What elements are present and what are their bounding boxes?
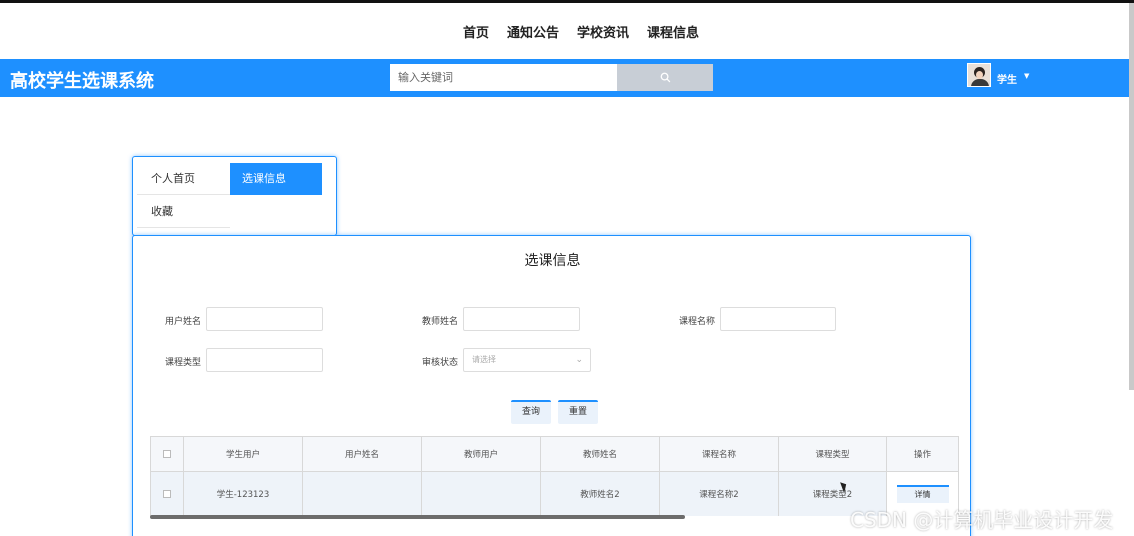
cell-course-name: 课程名称2 <box>660 472 779 516</box>
column-header[interactable]: 用户姓名 <box>303 437 422 471</box>
row-select-cell <box>151 472 184 516</box>
menu-item-home[interactable]: 个人首页 <box>137 163 230 195</box>
course-name-label: 课程名称 <box>679 317 716 327</box>
reset-button[interactable]: 重置 <box>558 400 598 424</box>
user-name-input[interactable] <box>206 307 323 331</box>
detail-button[interactable]: 详情 <box>896 485 949 503</box>
select-all-cell <box>151 437 184 471</box>
column-header[interactable]: 教师用户 <box>422 437 541 471</box>
table-header: 学生用户 用户姓名 教师用户 教师姓名 课程名称 课程类型 操作 <box>150 436 959 472</box>
menu-item-course-selection[interactable]: 选课信息 <box>230 163 322 195</box>
chevron-down-icon: ⌄ <box>575 355 583 365</box>
window-top-edge <box>0 0 1134 3</box>
teacher-name-input[interactable] <box>463 307 580 331</box>
site-brand: 高校学生选课系统 <box>10 71 154 92</box>
search-icon <box>660 72 670 83</box>
panel-title: 选课信息 <box>524 253 581 269</box>
review-status-select[interactable]: 请选择 ⌄ <box>463 348 591 372</box>
nav-notices[interactable]: 通知公告 <box>507 22 559 41</box>
top-nav: 首页 通知公告 学校资讯 课程信息 <box>463 22 699 41</box>
nav-home[interactable]: 首页 <box>463 22 489 41</box>
cell-user-name <box>303 472 422 516</box>
review-status-label: 审核状态 <box>422 358 459 368</box>
query-button[interactable]: 查询 <box>511 400 551 424</box>
watermark: CSDN @计算机毕业设计开发 <box>850 508 1114 532</box>
review-status-placeholder: 请选择 <box>472 355 496 364</box>
user-name[interactable]: 学生 <box>997 71 1017 86</box>
menu-item-favorites[interactable]: 收藏 <box>137 196 230 228</box>
course-type-label: 课程类型 <box>165 358 202 368</box>
search-button[interactable] <box>617 64 713 91</box>
nav-course-info[interactable]: 课程信息 <box>647 22 699 41</box>
column-header[interactable]: 学生用户 <box>184 437 303 471</box>
select-all-checkbox[interactable] <box>163 450 171 458</box>
cell-teacher-name: 教师姓名2 <box>541 472 660 516</box>
column-header: 操作 <box>913 450 931 460</box>
user-name-label: 用户姓名 <box>165 317 202 327</box>
nav-school-news[interactable]: 学校资讯 <box>577 22 629 41</box>
user-center-menu: 个人首页 选课信息 收藏 <box>132 156 337 236</box>
column-header[interactable]: 课程名称 <box>660 437 779 471</box>
user-avatar[interactable] <box>967 63 991 87</box>
table-row[interactable]: 学生-123123 教师姓名2 课程名称2 课程类型2 详情 <box>150 472 959 516</box>
course-type-input[interactable] <box>206 348 323 372</box>
search-input[interactable] <box>390 64 617 91</box>
course-name-input[interactable] <box>720 307 836 331</box>
column-header[interactable]: 教师姓名 <box>541 437 660 471</box>
table-horizontal-scrollbar[interactable] <box>150 515 685 519</box>
chevron-down-icon[interactable]: ▼ <box>1024 72 1029 80</box>
row-checkbox[interactable] <box>163 490 171 498</box>
header-bar: 高校学生选课系统 学生 ▼ <box>0 59 1129 97</box>
page-vertical-scrollbar[interactable] <box>1129 3 1134 390</box>
cell-teacher-user <box>422 472 541 516</box>
teacher-name-label: 教师姓名 <box>422 317 459 327</box>
cell-student-user: 学生-123123 <box>184 472 303 516</box>
column-header[interactable]: 课程类型 <box>779 437 887 471</box>
